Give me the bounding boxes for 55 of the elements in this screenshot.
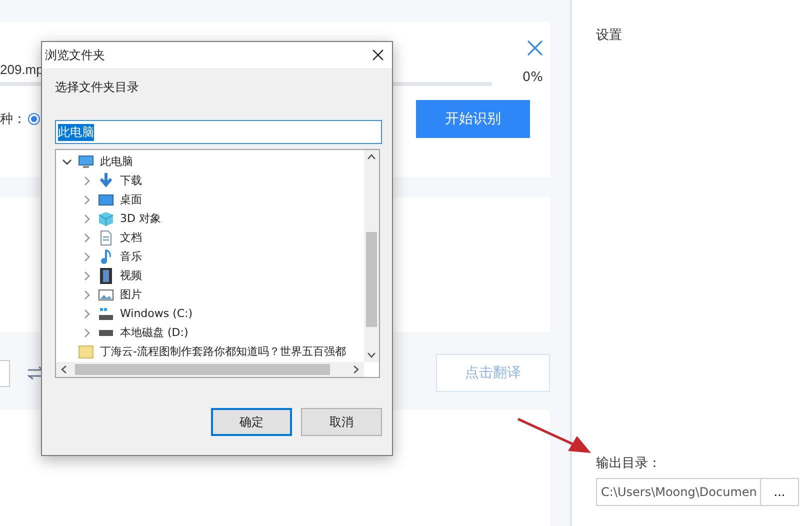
collapse-chevron-icon[interactable] (82, 270, 92, 280)
start-button[interactable]: 开始识别 (416, 100, 530, 138)
collapse-chevron-icon[interactable] (82, 252, 92, 262)
cube-icon (98, 210, 114, 226)
output-path-field[interactable]: C:\Users\Moong\Documen (596, 478, 761, 506)
collapse-chevron-icon[interactable] (82, 290, 92, 300)
language-label: 种： (0, 111, 26, 128)
tree-item[interactable]: 丁海云-流程图制作套路你都知道吗？世界五百强都 (100, 344, 346, 359)
scrollbar-thumb[interactable] (366, 232, 377, 327)
language-field[interactable] (0, 360, 10, 386)
dialog-prompt: 选择文件夹目录 (55, 79, 140, 96)
settings-title: 设置 (596, 27, 623, 44)
tree-item[interactable]: 本地磁盘 (D:) (120, 325, 188, 340)
tree-item[interactable]: 桌面 (120, 192, 142, 207)
tree-item[interactable]: 音乐 (120, 249, 142, 264)
tree-item[interactable]: 图片 (120, 287, 142, 302)
collapse-chevron-icon[interactable] (82, 232, 92, 242)
system-drive-icon (98, 307, 114, 320)
browse-button[interactable]: ... (761, 478, 799, 506)
document-icon (100, 230, 112, 246)
output-label: 输出目录： (596, 455, 662, 472)
close-icon[interactable] (372, 49, 384, 61)
scrollbar-thumb[interactable] (75, 364, 330, 375)
scroll-up-icon[interactable] (367, 154, 376, 160)
drive-icon (98, 330, 114, 336)
vertical-scrollbar[interactable] (364, 150, 379, 362)
collapse-chevron-icon[interactable] (82, 176, 92, 186)
collapse-chevron-icon[interactable] (82, 214, 92, 224)
folder-icon (78, 344, 94, 358)
tree-item[interactable]: 视频 (120, 268, 142, 283)
radio-button[interactable] (28, 113, 40, 125)
expand-chevron-icon[interactable] (62, 156, 72, 166)
dialog-title: 浏览文件夹 (45, 46, 105, 64)
scroll-right-icon[interactable] (353, 365, 359, 374)
download-icon (98, 173, 114, 188)
scroll-left-icon[interactable] (61, 365, 67, 374)
picture-icon (98, 288, 114, 300)
tree-item[interactable]: 下载 (120, 173, 142, 188)
tree-item[interactable]: Windows (C:) (120, 307, 193, 320)
collapse-chevron-icon[interactable] (82, 328, 92, 338)
tree-item[interactable]: 此电脑 (100, 154, 133, 169)
cancel-button[interactable]: 取消 (301, 408, 382, 436)
desktop-icon (98, 194, 114, 206)
folder-field[interactable]: 此电脑 (55, 120, 382, 144)
horizontal-scrollbar[interactable] (56, 362, 364, 377)
collapse-chevron-icon[interactable] (82, 308, 92, 318)
progress-reading: 0% (521, 70, 543, 84)
computer-icon (78, 154, 94, 168)
video-icon (100, 268, 112, 284)
tree-item[interactable]: 3D 对象 (120, 211, 161, 226)
ok-button[interactable]: 确定 (211, 408, 292, 436)
collapse-chevron-icon[interactable] (82, 194, 92, 204)
scroll-down-icon[interactable] (367, 352, 376, 358)
music-icon (101, 248, 111, 264)
tree-item[interactable]: 文档 (120, 230, 142, 245)
